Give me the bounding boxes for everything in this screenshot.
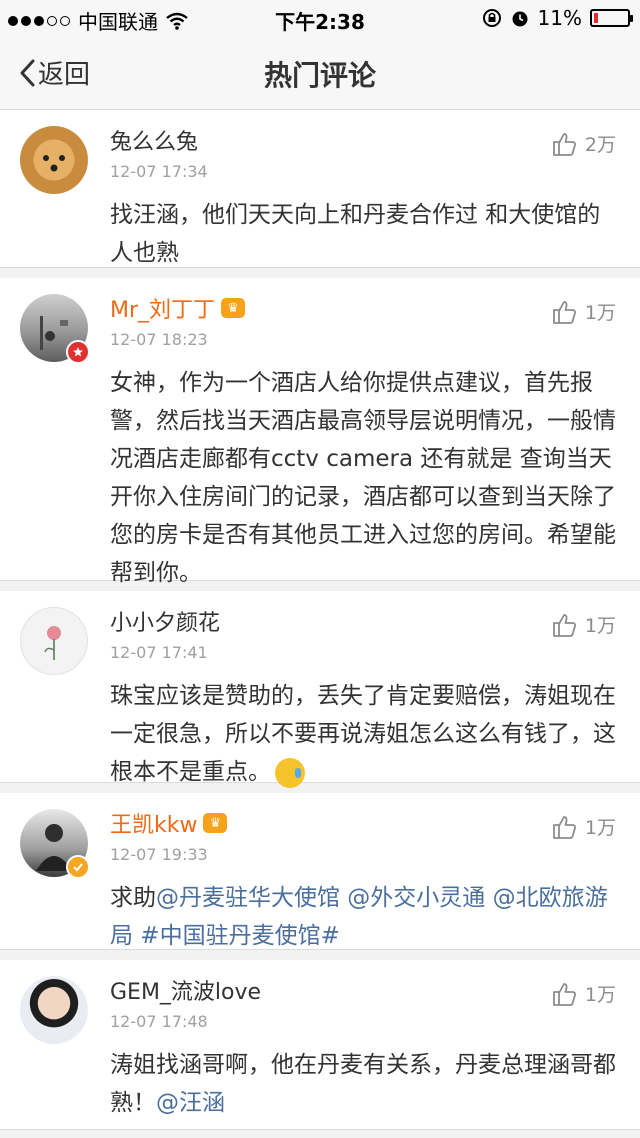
- status-bar: 中国联通 下午2:38 11%: [0, 0, 640, 40]
- comment-item[interactable]: 王凯kkw ♛ 12-07 19:33 1万 求助@丹麦驻华大使馆 @外交小灵通…: [0, 793, 640, 950]
- mention-link[interactable]: @汪涵: [156, 1090, 225, 1116]
- comment-item[interactable]: Mr_刘丁丁 ♛ 12-07 18:23 1万 女神，作为一个酒店人给你提供点建…: [0, 278, 640, 586]
- like-button[interactable]: 1万: [551, 611, 616, 638]
- comment-text: 求助@丹麦驻华大使馆 @外交小灵通 @北欧旅游局 #中国驻丹麦使馆#: [110, 879, 618, 955]
- like-count: 2万: [584, 134, 616, 156]
- author-name: GEM_流波love: [110, 980, 262, 1005]
- dog-face-icon: [43, 155, 65, 172]
- avatar[interactable]: [20, 607, 88, 675]
- battery-percent: 11%: [537, 6, 582, 30]
- comment-time: 12-07 18:23: [110, 330, 208, 349]
- comment-text: 找汪涵，他们天天向上和丹麦合作过 和大使馆的人也熟: [110, 202, 601, 266]
- comment-item[interactable]: GEM_流波love 12-07 17:48 1万 涛姐找涵哥啊，他在丹麦有关系…: [0, 960, 640, 1130]
- comment-time: 12-07 19:33: [110, 845, 208, 864]
- mention-links[interactable]: @丹麦驻华大使馆 @外交小灵通 @北欧旅游局 #中国驻丹麦使馆#: [110, 885, 608, 949]
- author-name: Mr_刘丁丁: [110, 298, 216, 323]
- checkmark-icon: [73, 863, 83, 872]
- comment-text: 珠宝应该是赞助的，丢失了肯定要赔偿，涛姐现在一定很急，所以不要再说涛姐怎么这么有…: [110, 677, 618, 791]
- author-name: 小小夕颜花: [110, 611, 221, 636]
- like-count: 1万: [584, 817, 616, 839]
- verified-badge: [66, 340, 90, 364]
- thumbs-up-icon: [553, 300, 576, 324]
- battery-icon: [590, 9, 633, 27]
- avatar[interactable]: [20, 126, 88, 194]
- like-count: 1万: [584, 984, 616, 1006]
- comment-text-body: 珠宝应该是赞助的，丢失了肯定要赔偿，涛姐现在一定很急，所以不要再说涛姐怎么这么有…: [110, 683, 616, 785]
- comment-author[interactable]: 兔么么兔: [110, 124, 198, 156]
- comment-list: 兔么么兔 12-07 17:34 2万 找汪涵，他们天天向上和丹麦合作过 和大使…: [0, 110, 640, 1130]
- thumbs-up-icon: [553, 613, 576, 637]
- thumbs-up-icon: [553, 132, 576, 156]
- like-button[interactable]: 2万: [551, 130, 616, 157]
- like-button[interactable]: 1万: [551, 298, 616, 325]
- navigation-bar: 返回 热门评论: [0, 40, 640, 110]
- verified-badge: [66, 855, 90, 879]
- comment-item[interactable]: 小小夕颜花 12-07 17:41 1万 珠宝应该是赞助的，丢失了肯定要赔偿，涛…: [0, 591, 640, 788]
- star-icon: [73, 347, 83, 357]
- battery-level: [594, 13, 598, 23]
- avatar[interactable]: [20, 976, 88, 1044]
- rotation-lock-icon: [482, 9, 501, 27]
- like-count: 1万: [584, 302, 616, 324]
- comment-time: 12-07 17:34: [110, 162, 208, 181]
- thumbs-up-icon: [553, 815, 576, 839]
- crown-icon: ♛: [221, 298, 246, 318]
- like-button[interactable]: 1万: [551, 813, 616, 840]
- thumbs-up-icon: [553, 982, 576, 1006]
- comment-time: 12-07 17:48: [110, 1012, 208, 1031]
- comment-text: 涛姐找涵哥啊，他在丹麦有关系，丹麦总理涵哥都熟！@汪涵: [110, 1046, 618, 1122]
- comment-item[interactable]: 兔么么兔 12-07 17:34 2万 找汪涵，他们天天向上和丹麦合作过 和大使…: [0, 110, 640, 268]
- comment-author[interactable]: 小小夕颜花: [110, 605, 220, 637]
- comment-text: 女神，作为一个酒店人给你提供点建议，首先报警，然后找当天酒店最高领导层说明情况，…: [110, 370, 616, 586]
- comment-author[interactable]: Mr_刘丁丁 ♛: [110, 292, 246, 324]
- like-button[interactable]: 1万: [551, 980, 616, 1007]
- crown-icon: ♛: [203, 813, 228, 833]
- comment-text-prefix: 求助: [110, 885, 156, 911]
- alarm-icon: [512, 11, 528, 27]
- status-bar-right: 11%: [482, 6, 633, 30]
- author-name: 兔么么兔: [110, 130, 199, 155]
- rose-icon: [44, 626, 61, 660]
- comment-time: 12-07 17:41: [110, 643, 208, 662]
- author-name: 王凯kkw: [110, 813, 198, 838]
- comment-author[interactable]: 王凯kkw ♛: [110, 807, 228, 839]
- like-count: 1万: [584, 615, 616, 637]
- page-title: 热门评论: [263, 59, 376, 92]
- comment-author[interactable]: GEM_流波love: [110, 974, 261, 1006]
- sweat-emoji-icon: [275, 757, 305, 788]
